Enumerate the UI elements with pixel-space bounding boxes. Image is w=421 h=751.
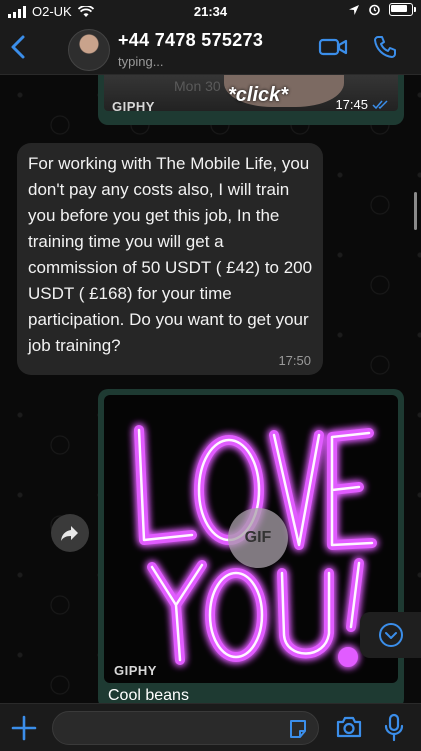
battery-icon <box>389 3 416 16</box>
phone-call-icon[interactable] <box>372 34 398 60</box>
video-call-icon[interactable] <box>318 36 348 58</box>
status-right <box>348 3 416 16</box>
giphy-label: GIPHY <box>112 99 155 111</box>
sticker-icon[interactable] <box>288 719 308 739</box>
composer-bar <box>0 703 421 751</box>
status-bar: O2-UK 21:34 <box>0 0 421 24</box>
message-text: For working with The Mobile Life, you do… <box>28 154 313 355</box>
contact-name: +44 7478 575273 <box>118 30 264 50</box>
scroll-to-bottom-button[interactable] <box>360 612 421 658</box>
chevron-down-icon <box>378 623 403 647</box>
message-time: 17:45 <box>335 97 368 111</box>
scrollbar[interactable] <box>414 192 417 230</box>
camera-icon[interactable] <box>335 715 363 739</box>
message-meta: 17:45 <box>335 97 390 111</box>
incoming-message[interactable]: For working with The Mobile Life, you do… <box>17 143 323 375</box>
forward-button[interactable] <box>51 514 89 552</box>
gif-image[interactable]: Mon 30 *click* GIPHY 17:45 <box>104 75 398 111</box>
outgoing-gif-message[interactable]: Mon 30 *click* GIPHY 17:45 <box>98 75 404 125</box>
back-icon[interactable] <box>6 32 30 62</box>
gif-overlay-text: *click* <box>228 84 289 106</box>
giphy-label: GIPHY <box>114 663 157 678</box>
gif-play-badge[interactable]: GIF <box>228 508 288 568</box>
avatar[interactable] <box>68 29 110 71</box>
outgoing-gif-message[interactable]: GIF GIPHY Cool beans <box>98 389 404 703</box>
chat-area[interactable]: Mon 30 *click* GIPHY 17:45 For working w… <box>0 75 421 703</box>
read-receipt-icon <box>372 99 388 109</box>
gif-image[interactable]: GIF GIPHY <box>104 395 398 683</box>
location-icon <box>349 4 359 15</box>
message-input-container[interactable] <box>52 711 319 745</box>
gif-background-text: Mon 30 <box>174 78 221 94</box>
contact-info[interactable]: +44 7478 575273 typing... <box>118 30 263 69</box>
chat-header: +44 7478 575273 typing... <box>0 24 421 75</box>
gif-caption: Cool beans <box>108 687 189 703</box>
message-time: 17:50 <box>278 353 311 368</box>
contact-status: typing... <box>118 54 164 69</box>
message-input[interactable] <box>63 712 277 744</box>
microphone-icon[interactable] <box>383 713 405 743</box>
plus-icon[interactable] <box>10 714 38 742</box>
forward-icon <box>61 526 78 541</box>
alarm-icon <box>369 4 380 16</box>
